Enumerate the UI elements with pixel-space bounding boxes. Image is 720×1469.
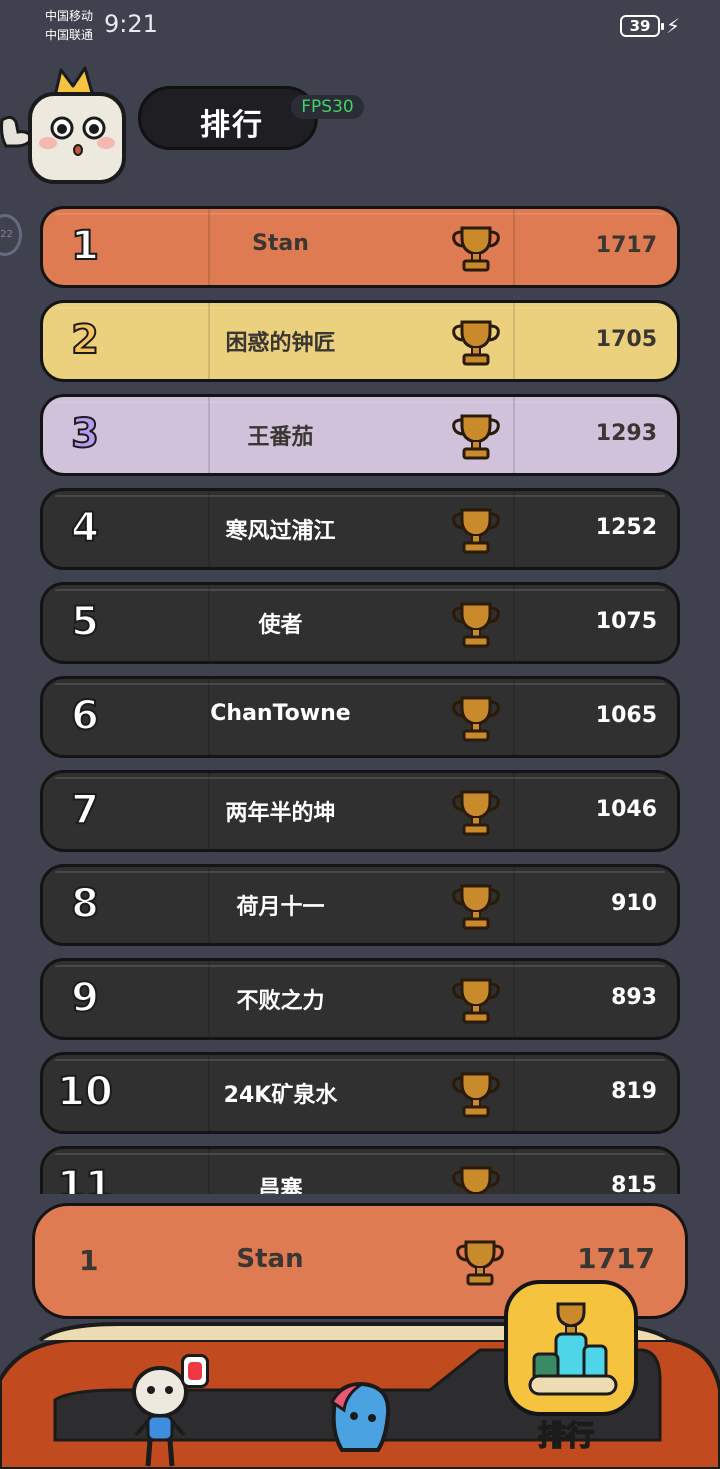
leaderboard-list[interactable]: 1 Stan 1717 2 困惑的钟匠 1705 3 王番茄 1293 4 寒风过浦江 1252 5 使者… xyxy=(40,206,680,1194)
rank-number: 5 xyxy=(70,598,100,646)
player-score: 1075 xyxy=(595,609,657,634)
rank-number: 10 xyxy=(56,1068,114,1116)
trophy-icon xyxy=(452,884,500,930)
player-name: 困惑的钟匠 xyxy=(225,331,336,356)
player-score: 1293 xyxy=(595,421,657,446)
tab-ranking-label[interactable]: 排行 xyxy=(537,1414,595,1454)
podium-icon xyxy=(528,1302,618,1396)
player-name: 两年半的坤 xyxy=(225,801,336,826)
leaderboard-row[interactable]: 6 ChanTowne 1065 xyxy=(40,676,680,758)
leaderboard-row[interactable]: 1 Stan 1717 xyxy=(40,206,680,288)
leaderboard-row[interactable]: 9 不败之力 893 xyxy=(40,958,680,1040)
carrier-labels: 中国移动 中国联通 xyxy=(45,7,93,45)
rank-number: 3 xyxy=(57,410,113,458)
player-name: 王番茄 xyxy=(247,425,314,450)
player-score: 815 xyxy=(611,1173,657,1194)
trophy-icon xyxy=(452,978,500,1024)
player-score: 819 xyxy=(611,1079,657,1104)
notification-badge xyxy=(181,1354,209,1388)
mascot-icon xyxy=(0,66,126,184)
carrier-1: 中国移动 xyxy=(45,9,94,23)
my-rank-number: 1 xyxy=(79,1244,99,1277)
row-divider xyxy=(513,1055,515,1131)
trophy-icon xyxy=(452,226,500,272)
side-badge[interactable]: 22 xyxy=(0,214,22,256)
trophy-icon xyxy=(452,320,500,366)
trophy-icon xyxy=(452,414,500,460)
row-divider xyxy=(513,585,515,661)
my-rank-score: 1717 xyxy=(577,1242,655,1275)
battery-indicator: 39 xyxy=(620,15,664,37)
leaderboard-row[interactable]: 10 24K矿泉水 819 xyxy=(40,1052,680,1134)
trophy-icon xyxy=(452,1166,500,1194)
trophy-icon xyxy=(456,1240,504,1286)
leaderboard-row[interactable]: 5 使者 1075 xyxy=(40,582,680,664)
leaderboard-row[interactable]: 11 昌塞 815 xyxy=(40,1146,680,1194)
rank-number: 6 xyxy=(70,692,100,740)
rank-number: 11 xyxy=(56,1162,114,1194)
row-divider xyxy=(513,303,515,379)
player-name: 使者 xyxy=(258,613,303,638)
leaderboard-row[interactable]: 7 两年半的坤 1046 xyxy=(40,770,680,852)
trophy-icon xyxy=(452,696,500,742)
clock: 9:21 xyxy=(104,10,158,38)
trophy-icon xyxy=(452,508,500,554)
leaderboard-row[interactable]: 8 荷月十一 910 xyxy=(40,864,680,946)
row-divider xyxy=(513,209,515,285)
rank-number: 2 xyxy=(57,316,113,364)
row-divider xyxy=(513,867,515,943)
player-name: 不败之力 xyxy=(236,989,325,1014)
row-divider xyxy=(513,397,515,473)
trophy-icon xyxy=(452,1072,500,1118)
rank-number: 9 xyxy=(70,974,100,1022)
fps-counter: FPS30 xyxy=(291,95,364,119)
leaderboard-row[interactable]: 2 困惑的钟匠 1705 xyxy=(40,300,680,382)
player-score: 1705 xyxy=(595,327,657,352)
player-score: 1065 xyxy=(595,703,657,728)
rank-number: 7 xyxy=(70,786,100,834)
row-divider xyxy=(513,961,515,1037)
player-score: 893 xyxy=(611,985,657,1010)
row-divider xyxy=(513,1149,515,1194)
trophy-icon xyxy=(452,602,500,648)
rank-number: 4 xyxy=(70,504,100,552)
player-name: 昌塞 xyxy=(258,1177,303,1194)
player-score: 1252 xyxy=(595,515,657,540)
row-divider xyxy=(513,491,515,567)
carrier-2: 中国联通 xyxy=(45,28,94,42)
player-score: 910 xyxy=(611,891,657,916)
trophy-icon xyxy=(452,790,500,836)
player-name: Stan xyxy=(252,231,309,256)
player-name: 荷月十一 xyxy=(236,895,325,920)
leaderboard-row[interactable]: 4 寒风过浦江 1252 xyxy=(40,488,680,570)
player-name: 寒风过浦江 xyxy=(225,519,336,544)
monster-tab-icon[interactable] xyxy=(328,1382,392,1454)
status-bar: 中国移动 中国联通 9:21 39 ⚡ xyxy=(0,0,720,50)
charging-icon: ⚡ xyxy=(666,14,681,38)
tab-ranking[interactable] xyxy=(504,1280,638,1416)
leaderboard-row[interactable]: 3 王番茄 1293 xyxy=(40,394,680,476)
row-divider xyxy=(513,679,515,755)
rank-number: 8 xyxy=(70,880,100,928)
player-name: ChanTowne xyxy=(210,701,351,726)
page-title: 排行 xyxy=(200,108,264,143)
player-score: 1046 xyxy=(595,797,657,822)
player-name: 24K矿泉水 xyxy=(223,1083,338,1108)
row-divider xyxy=(513,773,515,849)
my-rank-name: Stan xyxy=(236,1244,304,1274)
player-score: 1717 xyxy=(595,233,657,258)
rank-number: 1 xyxy=(70,222,100,270)
